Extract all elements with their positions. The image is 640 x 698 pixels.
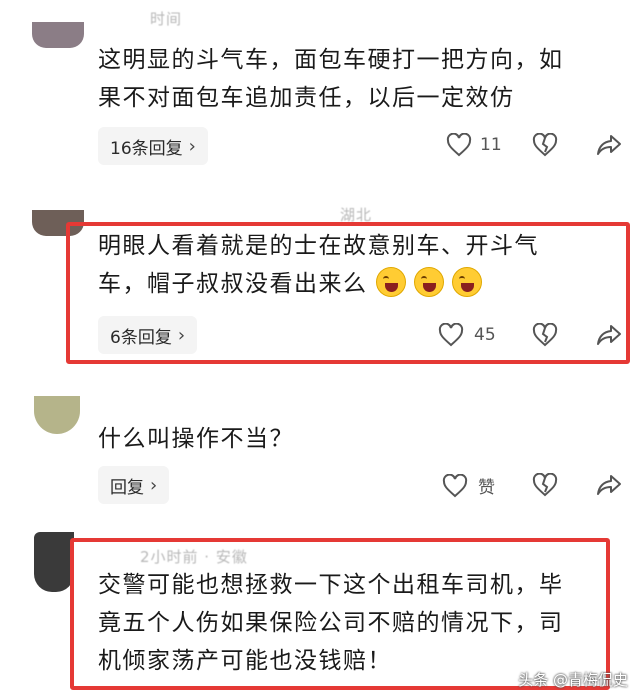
- comment-text-line: 果不对面包车追加责任，以后一定效仿: [98, 85, 515, 111]
- highlight-box: [66, 222, 630, 364]
- comment-3: 什么叫操作不当？ 回复 › 赞: [0, 380, 640, 520]
- comment-text-line: 什么叫操作不当？: [98, 426, 294, 452]
- heart-icon: [442, 473, 468, 497]
- comment-meta: 时间: [150, 10, 183, 28]
- like-button[interactable]: 赞: [442, 473, 495, 498]
- broken-heart-icon: [532, 133, 558, 157]
- like-label: 赞: [478, 478, 495, 498]
- dislike-button[interactable]: [532, 133, 558, 157]
- like-count: 11: [480, 135, 502, 155]
- share-icon: [597, 135, 621, 155]
- like-button[interactable]: 11: [446, 133, 502, 157]
- share-button[interactable]: [596, 133, 622, 157]
- heart-icon: [446, 133, 472, 157]
- share-icon: [597, 475, 621, 495]
- watermark: 头条 @青梅侃史: [518, 671, 628, 689]
- chevron-right-icon: ›: [150, 474, 158, 496]
- comment-text-line: 这明显的斗气车，面包车硬打一把方向，如: [98, 47, 564, 73]
- share-button[interactable]: [596, 473, 622, 497]
- replies-label: 16条回复: [110, 138, 183, 159]
- chevron-right-icon: ›: [188, 135, 196, 157]
- highlight-box: [70, 538, 610, 690]
- broken-heart-icon: [532, 473, 558, 497]
- comment-text: 这明显的斗气车，面包车硬打一把方向，如 果不对面包车追加责任，以后一定效仿: [98, 41, 608, 117]
- replies-button[interactable]: 16条回复 ›: [98, 127, 208, 165]
- reply-label: 回复: [110, 477, 144, 498]
- avatar[interactable]: [34, 396, 80, 434]
- dislike-button[interactable]: [532, 473, 558, 497]
- avatar[interactable]: [32, 22, 84, 48]
- avatar[interactable]: [34, 532, 74, 592]
- comment-text: 什么叫操作不当？: [98, 420, 608, 458]
- comment-1: 时间 这明显的斗气车，面包车硬打一把方向，如 果不对面包车追加责任，以后一定效仿…: [0, 0, 640, 190]
- reply-button[interactable]: 回复 ›: [98, 466, 170, 504]
